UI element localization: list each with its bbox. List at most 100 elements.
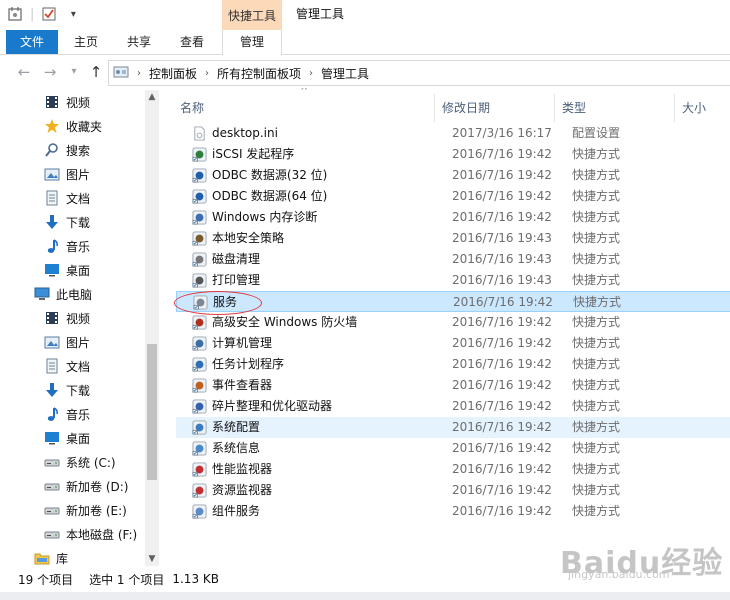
back-arrow-icon[interactable]: ← (14, 62, 34, 82)
file-row[interactable]: 本地安全策略2016/7/16 19:43快捷方式2 (176, 228, 730, 249)
documents-icon (44, 358, 60, 374)
tab-file[interactable]: 文件 (6, 30, 58, 54)
odbc-icon (192, 168, 207, 183)
breadcrumb-separator[interactable]: › (305, 68, 317, 79)
file-row[interactable]: 打印管理2016/7/16 19:43快捷方式2 (176, 270, 730, 291)
file-row[interactable]: 高级安全 Windows 防火墙2016/7/16 19:42快捷方式2 (176, 312, 730, 333)
tab-manage[interactable]: 管理 (222, 30, 282, 55)
file-date: 2016/7/16 19:42 (452, 420, 552, 434)
nav-item-pc-1[interactable]: 图片 (44, 330, 90, 354)
nav-item-library[interactable]: 库 (34, 546, 68, 566)
file-row[interactable]: 性能监视器2016/7/16 19:42快捷方式2 (176, 459, 730, 480)
nav-item-label: 库 (56, 551, 69, 566)
nav-item-quick-2[interactable]: 搜索 (44, 138, 90, 162)
customize-toolbar-icon[interactable]: ▾ (64, 5, 82, 23)
file-name: 系统配置 (212, 420, 261, 434)
column-header-date[interactable]: 修改日期 (442, 94, 490, 122)
file-row[interactable]: 任务计划程序2016/7/16 19:42快捷方式2 (176, 354, 730, 375)
nav-item-quick-4[interactable]: 文档 (44, 186, 90, 210)
file-row[interactable]: 事件查看器2016/7/16 19:42快捷方式2 (176, 375, 730, 396)
memory-icon (192, 210, 207, 225)
file-name: ODBC 数据源(32 位) (212, 168, 328, 182)
file-type: 快捷方式 (572, 147, 621, 161)
nav-item-pc-7[interactable]: 新加卷 (D:) (44, 474, 128, 498)
file-row[interactable]: 系统信息2016/7/16 19:42快捷方式2 (176, 438, 730, 459)
nav-item-quick-3[interactable]: 图片 (44, 162, 90, 186)
odbc-icon (192, 189, 207, 204)
breadcrumb-control-panel[interactable]: 控制面板 (149, 65, 197, 82)
file-type: 快捷方式 (572, 399, 621, 413)
column-divider[interactable] (674, 94, 675, 122)
pictures-icon (44, 334, 60, 350)
file-row[interactable]: 系统配置2016/7/16 19:42快捷方式2 (176, 417, 730, 438)
file-row[interactable]: 资源监视器2016/7/16 19:42快捷方式2 (176, 480, 730, 501)
nav-item-pc-2[interactable]: 文档 (44, 354, 90, 378)
desktop-icon (44, 430, 60, 446)
nav-item-pc-8[interactable]: 新加卷 (E:) (44, 498, 127, 522)
nav-item-pc-9[interactable]: 本地磁盘 (F:) (44, 522, 137, 546)
column-divider[interactable] (434, 94, 435, 122)
file-row[interactable]: ODBC 数据源(64 位)2016/7/16 19:42快捷方式2 (176, 186, 730, 207)
file-date: 2016/7/16 19:42 (452, 462, 552, 476)
file-type: 快捷方式 (572, 189, 621, 203)
nav-item-quick-0[interactable]: 视频 (44, 90, 90, 114)
file-name: desktop.ini (212, 126, 278, 140)
file-row[interactable]: Windows 内存诊断2016/7/16 19:42快捷方式2 (176, 207, 730, 228)
scrollbar-thumb[interactable] (147, 344, 157, 480)
drive-icon (44, 454, 60, 470)
file-name: 计算机管理 (212, 336, 273, 350)
forward-arrow-icon[interactable]: → (40, 62, 60, 82)
properties-icon[interactable] (6, 5, 24, 23)
nav-item-quick-7[interactable]: 桌面 (44, 258, 90, 282)
file-name: ODBC 数据源(64 位) (212, 189, 328, 203)
file-row[interactable]: 碎片整理和优化驱动器2016/7/16 19:42快捷方式2 (176, 396, 730, 417)
tab-view[interactable]: 查看 (170, 30, 214, 54)
column-header-type[interactable]: 类型 (562, 94, 586, 122)
breadcrumb-separator[interactable]: › (201, 68, 213, 79)
file-row[interactable]: iSCSI 发起程序2016/7/16 19:42快捷方式2 (176, 144, 730, 165)
navigation-pane-scrollbar[interactable]: ▲ ▼ (145, 90, 159, 566)
file-name: 高级安全 Windows 防火墙 (212, 315, 358, 329)
tab-home[interactable]: 主页 (64, 30, 108, 54)
file-row[interactable]: desktop.ini2017/3/16 16:17配置设置3 (176, 123, 730, 144)
breadcrumb-all-items[interactable]: 所有控制面板项 (217, 65, 301, 82)
file-row[interactable]: 磁盘清理2016/7/16 19:43快捷方式2 (176, 249, 730, 270)
breadcrumb-admin-tools[interactable]: 管理工具 (321, 65, 369, 82)
address-bar[interactable]: › 控制面板 › 所有控制面板项 › 管理工具 (108, 60, 730, 86)
nav-item-this-pc[interactable]: 此电脑 (34, 282, 92, 306)
nav-item-label: 桌面 (66, 263, 91, 278)
star-icon (44, 118, 60, 134)
file-date: 2016/7/16 19:43 (452, 231, 552, 245)
nav-item-pc-6[interactable]: 系统 (C:) (44, 450, 116, 474)
recent-dropdown-icon[interactable]: ▾ (64, 62, 84, 82)
system-config-icon (192, 420, 207, 435)
nav-item-pc-0[interactable]: 视频 (44, 306, 90, 330)
file-row[interactable]: 计算机管理2016/7/16 19:42快捷方式2 (176, 333, 730, 354)
nav-item-pc-5[interactable]: 桌面 (44, 426, 90, 450)
pictures-icon (44, 166, 60, 182)
documents-icon (44, 190, 60, 206)
file-date: 2016/7/16 19:42 (453, 295, 553, 309)
nav-item-quick-1[interactable]: 收藏夹 (44, 114, 102, 138)
status-size: 1.13 KB (172, 572, 219, 586)
file-date: 2016/7/16 19:42 (452, 378, 552, 392)
file-row[interactable]: ODBC 数据源(32 位)2016/7/16 19:42快捷方式2 (176, 165, 730, 186)
nav-item-label: 桌面 (66, 431, 91, 446)
nav-item-label: 文档 (66, 191, 91, 206)
checklist-icon[interactable] (40, 5, 58, 23)
nav-item-quick-5[interactable]: 下载 (44, 210, 90, 234)
nav-item-pc-3[interactable]: 下载 (44, 378, 90, 402)
file-row[interactable]: 组件服务2016/7/16 19:42快捷方式2 (176, 501, 730, 522)
tab-share[interactable]: 共享 (116, 30, 162, 54)
scroll-up-icon[interactable]: ▲ (145, 90, 159, 104)
column-header-size[interactable]: 大小 (682, 94, 706, 122)
file-type: 快捷方式 (572, 315, 621, 329)
up-arrow-icon[interactable]: ↑ (86, 62, 106, 82)
control-panel-icon (113, 64, 129, 83)
file-date: 2017/3/16 16:17 (452, 126, 552, 140)
nav-item-pc-4[interactable]: 音乐 (44, 402, 90, 426)
scroll-down-icon[interactable]: ▼ (145, 552, 159, 566)
column-divider[interactable] (554, 94, 555, 122)
column-header-name[interactable]: 名称 (180, 94, 204, 122)
nav-item-quick-6[interactable]: 音乐 (44, 234, 90, 258)
